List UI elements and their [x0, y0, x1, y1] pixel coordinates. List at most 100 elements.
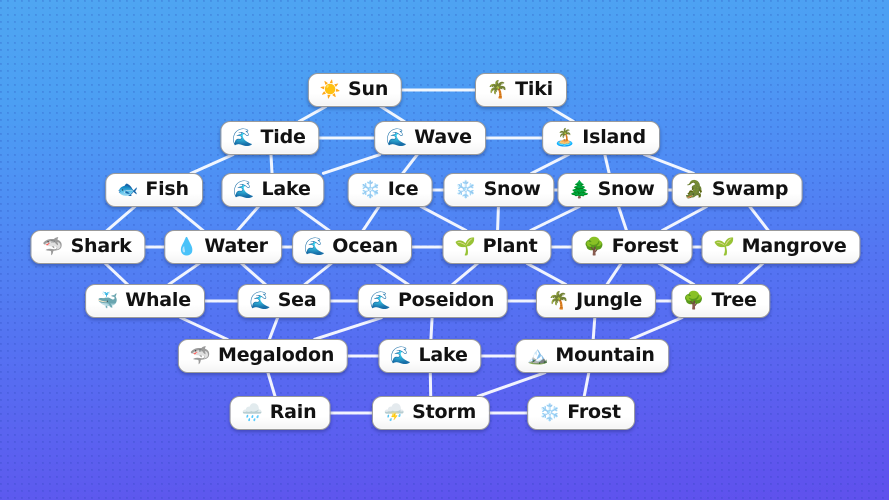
graph-node-wave[interactable]: 🌊 Wave	[374, 121, 486, 155]
seedling-icon: 🌱	[713, 236, 735, 257]
graph-node-megalodon[interactable]: 🦈 Megalodon	[177, 339, 349, 373]
graph-node-sun[interactable]: ☀️ Sun	[307, 73, 403, 107]
deciduous-tree-icon: 🌳	[583, 236, 605, 257]
graph-node-label: Swamp	[711, 178, 789, 200]
graph-node-label: Snow	[483, 178, 541, 200]
wave-icon: 🌊	[390, 345, 412, 366]
seedling-icon: 🌱	[454, 236, 476, 257]
graph-edge-mountain-storm	[476, 371, 547, 398]
graph-node-plant[interactable]: 🌱 Plant	[442, 230, 552, 264]
graph-node-label: Mountain	[555, 344, 655, 366]
graph-node-label: Ocean	[332, 235, 398, 257]
snowflake-icon: ❄️	[455, 179, 477, 200]
graph-edge-water-whale	[167, 261, 201, 287]
graph-edge-sun-tide	[297, 105, 328, 123]
graph-node-label: Fish	[145, 178, 189, 200]
graph-edge-tide-fish	[189, 153, 235, 175]
graph-edge-lake1-water	[235, 204, 261, 233]
graph-edge-swamp-mangrove	[748, 204, 770, 233]
snowflake-icon: ❄️	[359, 179, 381, 200]
wave-icon: 🌊	[369, 290, 391, 311]
graph-node-mangrove[interactable]: 🌱 Mangrove	[701, 230, 861, 264]
graph-node-tide[interactable]: 🌊 Tide	[220, 121, 320, 155]
graph-edge-ocean-poseidon	[375, 261, 410, 287]
desert-island-icon: 🏝️	[554, 127, 576, 148]
graph-node-label: Forest	[611, 235, 679, 257]
graph-edge-jungle-mountain	[591, 315, 597, 342]
graph-node-label: Whale	[125, 289, 191, 311]
graph-node-label: Island	[582, 126, 646, 148]
graph-node-label: Plant	[482, 235, 538, 257]
graph-edge-megalodon-rain	[266, 370, 277, 399]
graph-edge-shark-whale	[103, 261, 130, 287]
sun-icon: ☀️	[319, 79, 342, 100]
graph-node-label: Tiki	[515, 78, 553, 100]
graph-node-tree[interactable]: 🌳 Tree	[671, 284, 771, 318]
graph-node-water[interactable]: 💧 Water	[164, 230, 282, 264]
graph-node-frost[interactable]: ❄️ Frost	[527, 396, 635, 430]
graph-node-label: Jungle	[576, 289, 643, 311]
graph-edge-water-sea	[239, 261, 268, 287]
rain-cloud-icon: 🌧️	[241, 402, 263, 423]
graph-node-whale[interactable]: 🐳 Whale	[85, 284, 205, 318]
graph-node-jungle[interactable]: 🌴 Jungle	[535, 284, 657, 318]
graph-node-swamp[interactable]: 🐊 Swamp	[671, 173, 803, 207]
graph-node-label: Tide	[260, 126, 306, 148]
graph-edge-mangrove-tree	[737, 261, 765, 287]
wave-icon: 🌊	[304, 236, 326, 257]
graph-edge-snow1-plant	[496, 204, 500, 233]
graph-node-label: Water	[204, 235, 268, 257]
graph-edge-fish-water	[172, 204, 205, 233]
graph-edge-ice-ocean	[361, 204, 381, 233]
graph-node-label: Poseidon	[397, 289, 495, 311]
graph-node-sea[interactable]: 🌊 Sea	[237, 284, 331, 318]
graph-edge-tree-mountain	[629, 316, 684, 341]
graph-node-label: Shark	[70, 235, 132, 257]
graph-node-ice[interactable]: ❄️ Ice	[347, 173, 433, 207]
graph-edge-forest-jungle	[605, 261, 623, 287]
graph-node-label: Megalodon	[218, 344, 335, 366]
graph-node-shark[interactable]: 🦈 Shark	[30, 230, 146, 264]
snowflake-icon: ❄️	[539, 402, 561, 423]
graph-node-snow2[interactable]: 🌲 Snow	[557, 173, 669, 207]
graph-node-forest[interactable]: 🌳 Forest	[571, 230, 693, 264]
wave-icon: 🌊	[233, 179, 255, 200]
graph-edge-island-swamp	[643, 153, 695, 175]
palm-tree-icon: 🌴	[487, 79, 509, 100]
graph-node-lake1[interactable]: 🌊 Lake	[221, 173, 325, 207]
graph-edge-forest-tree	[657, 261, 696, 287]
graph-node-rain[interactable]: 🌧️ Rain	[229, 396, 331, 430]
graph-edge-lake1-ocean	[294, 204, 331, 233]
graph-node-label: Sun	[348, 78, 389, 100]
graph-edge-sun-wave	[379, 104, 406, 124]
graph-edge-swamp-forest	[660, 205, 709, 232]
whale-icon: 🐳	[97, 290, 119, 311]
graph-node-label: Snow	[597, 178, 655, 200]
graph-node-storm[interactable]: ⛈️ Storm	[371, 396, 491, 430]
graph-edge-snow2-forest	[616, 204, 629, 233]
palm-tree-icon: 🌴	[547, 290, 570, 311]
graph-node-label: Tree	[711, 289, 757, 311]
graph-edge-whale-megalodon	[179, 316, 229, 341]
graph-edge-tiki-island	[546, 104, 576, 124]
graph-node-fish[interactable]: 🐟 Fish	[105, 173, 203, 207]
graph-edge-sea-megalodon	[267, 315, 280, 342]
graph-edge-mountain-frost	[582, 370, 591, 399]
graph-node-label: Mangrove	[741, 235, 847, 257]
snow-mountain-icon: 🏔️	[527, 345, 549, 366]
shark-icon: 🦈	[42, 236, 64, 257]
graph-edge-snow2-plant	[529, 205, 581, 232]
graph-node-label: Lake	[418, 344, 468, 366]
graph-node-tiki[interactable]: 🌴 Tiki	[475, 73, 567, 107]
graph-node-poseidon[interactable]: 🌊 Poseidon	[357, 284, 509, 318]
graph-edge-plant-jungle	[525, 262, 568, 286]
graph-node-island[interactable]: 🏝️ Island	[542, 121, 660, 155]
graph-node-label: Lake	[261, 178, 311, 200]
graph-node-lake2[interactable]: 🌊 Lake	[378, 339, 482, 373]
graph-node-label: Storm	[412, 401, 477, 423]
graph-edge-tide-lake1	[269, 152, 274, 176]
crafting-graph-canvas: ☀️ Sun 🌴 Tiki 🌊 Tide 🌊 Wave 🏝️ Island 🐟 Fish 🌊 Lake ❄️…	[0, 0, 889, 500]
graph-node-snow1[interactable]: ❄️ Snow	[443, 173, 555, 207]
graph-node-mountain[interactable]: 🏔️ Mountain	[515, 339, 669, 373]
graph-node-ocean[interactable]: 🌊 Ocean	[292, 230, 412, 264]
